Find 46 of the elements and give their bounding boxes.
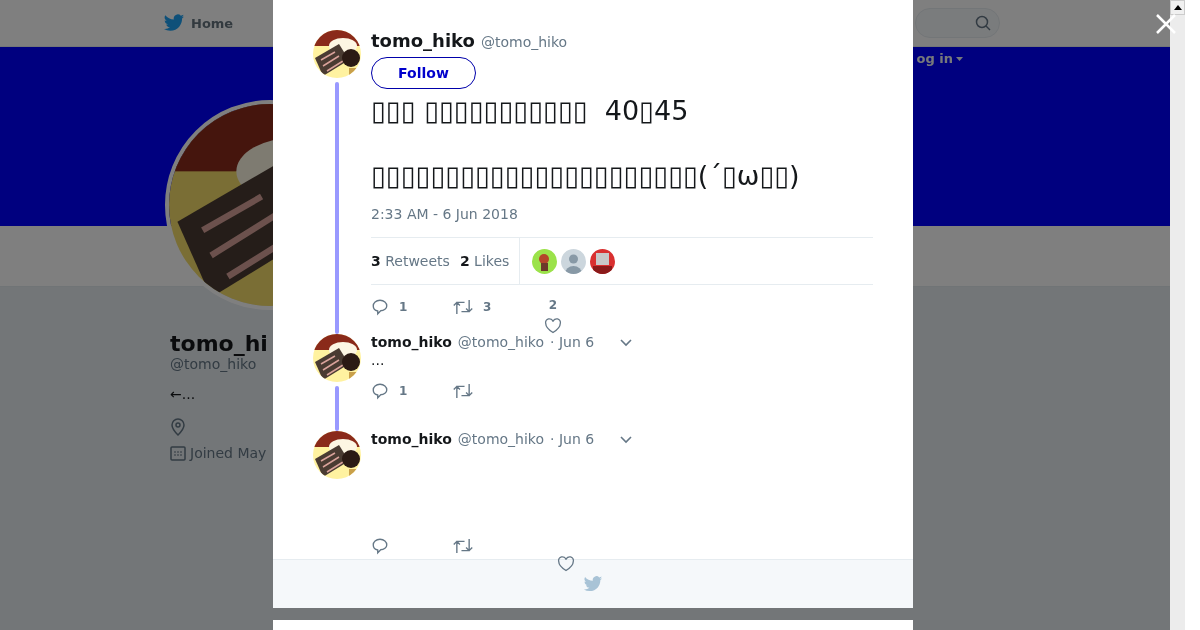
bird-icon bbox=[583, 574, 603, 594]
author-name[interactable]: tomo_hiko bbox=[371, 30, 475, 51]
like-stat[interactable]: 2 Likes bbox=[459, 253, 510, 269]
profile-name: tomo_hi bbox=[170, 331, 268, 356]
tweet-text: ▯▯▯ ▯▯▯▯▯▯▯▯▯▯▯ 40▯45 bbox=[371, 95, 690, 127]
profile-handle: @tomo_hiko bbox=[170, 356, 257, 372]
reply-icon[interactable] bbox=[371, 537, 389, 555]
search-field[interactable] bbox=[915, 8, 1000, 38]
retweet-icon[interactable] bbox=[453, 382, 473, 400]
caret-icon bbox=[956, 56, 963, 61]
calendar-icon bbox=[170, 445, 186, 461]
follow-button[interactable]: Follow bbox=[371, 57, 476, 89]
profile-bio: ←... bbox=[170, 386, 196, 402]
reply-text: ... bbox=[371, 352, 385, 368]
scroll-up-button[interactable] bbox=[1170, 0, 1185, 15]
reply-author-handle: @tomo_hiko bbox=[457, 431, 545, 447]
retweet-stat[interactable]: 3 Retweets bbox=[371, 253, 450, 269]
bird-icon bbox=[163, 12, 185, 34]
reply-date[interactable]: · Jun 6 bbox=[550, 431, 595, 447]
retweet-icon[interactable] bbox=[453, 298, 473, 316]
tweet-text: ▯▯▯▯▯▯▯▯▯▯▯▯▯▯▯▯▯▯▯▯▯▯(´▯ω▯▯) bbox=[371, 160, 801, 192]
heart-icon[interactable] bbox=[544, 318, 562, 334]
like-count: 2 bbox=[548, 298, 558, 312]
search-icon bbox=[975, 15, 991, 31]
reply-count: 1 bbox=[399, 300, 408, 314]
caret-icon[interactable] bbox=[620, 339, 633, 347]
tweet-timestamp: 2:33 AM - 6 Jun 2018 bbox=[371, 206, 519, 222]
author-handle: @tomo_hiko bbox=[480, 34, 568, 50]
reply-date[interactable]: · Jun 6 bbox=[550, 334, 595, 350]
avatar-icon[interactable] bbox=[561, 248, 587, 274]
up-arrow-icon bbox=[1173, 5, 1182, 10]
joined-date: Joined May bbox=[190, 445, 267, 461]
reply-author-name[interactable]: tomo_hiko bbox=[371, 431, 452, 447]
location-icon bbox=[170, 418, 186, 436]
reply-author-name[interactable]: tomo_hiko bbox=[371, 334, 452, 350]
reply-icon[interactable] bbox=[371, 382, 389, 400]
retweet-count: 3 bbox=[483, 300, 492, 314]
close-button[interactable] bbox=[1154, 12, 1178, 36]
caret-icon[interactable] bbox=[620, 436, 633, 444]
reply-author-handle: @tomo_hiko bbox=[457, 334, 545, 350]
retweet-icon[interactable] bbox=[453, 537, 473, 555]
heart-icon[interactable] bbox=[557, 556, 575, 572]
scrollbar[interactable] bbox=[1170, 0, 1185, 630]
reply-count: 1 bbox=[399, 384, 408, 398]
reply-icon[interactable] bbox=[371, 298, 389, 316]
login-link[interactable]: og in bbox=[916, 51, 963, 66]
